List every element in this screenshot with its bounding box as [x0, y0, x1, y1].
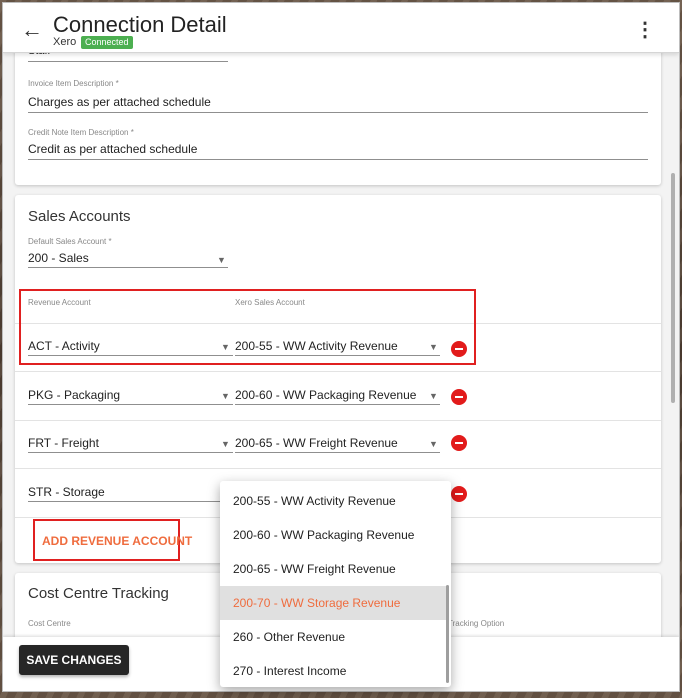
chevron-down-icon[interactable]: ▼	[221, 391, 230, 401]
cost-centre-tracking-title: Cost Centre Tracking	[28, 585, 169, 602]
xero-sales-account-select[interactable]: 200-60 - WW Packaging Revenue	[235, 388, 416, 402]
dropdown-option[interactable]: 270 - Interest Income	[220, 654, 448, 688]
revenue-underline	[28, 404, 233, 405]
status-badge: Connected	[81, 36, 133, 49]
cost-centre-label: Cost Centre	[28, 619, 71, 628]
dropdown-option[interactable]: 200-65 - WW Freight Revenue	[220, 552, 448, 586]
add-revenue-account-button[interactable]: ADD REVENUE ACCOUNT	[42, 534, 192, 548]
description-card: Staff Invoice Item Description * Charges…	[15, 39, 661, 185]
invoice-item-description-input[interactable]: Charges as per attached schedule	[28, 95, 211, 109]
credit-note-underline	[28, 159, 648, 160]
revenue-account-select[interactable]: PKG - Packaging	[28, 388, 120, 402]
invoice-item-underline	[28, 112, 648, 113]
sales-accounts-title: Sales Accounts	[28, 208, 131, 225]
page-scrollbar[interactable]	[671, 173, 675, 403]
remove-row-icon[interactable]	[451, 389, 467, 405]
xero-account-dropdown-menu: 200-55 - WW Activity Revenue 200-60 - WW…	[220, 481, 451, 687]
xero-underline	[235, 404, 440, 405]
default-sales-underline	[28, 267, 228, 268]
credit-note-description-input[interactable]: Credit as per attached schedule	[28, 142, 197, 156]
revenue-account-select[interactable]: FRT - Freight	[28, 436, 99, 450]
chevron-down-icon[interactable]: ▼	[429, 439, 438, 449]
revenue-account-select[interactable]: STR - Storage	[28, 485, 105, 499]
dropdown-option[interactable]: 200-60 - WW Packaging Revenue	[220, 518, 448, 552]
revenue-underline	[28, 501, 233, 502]
chevron-down-icon[interactable]: ▼	[221, 439, 230, 449]
back-arrow-icon[interactable]: ←	[21, 17, 43, 43]
remove-row-icon[interactable]	[451, 486, 467, 502]
dropdown-scrollbar[interactable]	[446, 585, 449, 683]
dropdown-option[interactable]: 260 - Other Revenue	[220, 620, 448, 654]
partial-field-underline	[28, 61, 228, 62]
app-header: ← Connection Detail Xero Connected ⋮	[3, 3, 679, 53]
highlight-box	[19, 289, 476, 365]
row-divider	[15, 371, 661, 372]
page-subtitle: Xero	[53, 36, 77, 48]
dropdown-option[interactable]: 200-55 - WW Activity Revenue	[220, 484, 448, 518]
credit-note-description-label: Credit Note Item Description *	[28, 128, 134, 137]
invoice-item-description-label: Invoice Item Description *	[28, 79, 119, 88]
chevron-down-icon[interactable]: ▼	[429, 391, 438, 401]
default-sales-account-select[interactable]: 200 - Sales	[28, 251, 89, 265]
xero-sales-account-select[interactable]: 200-65 - WW Freight Revenue	[235, 436, 398, 450]
page-title: Connection Detail	[53, 12, 227, 37]
row-divider	[15, 420, 661, 421]
save-changes-button[interactable]: SAVE CHANGES	[19, 645, 129, 675]
revenue-underline	[28, 452, 233, 453]
default-sales-account-label: Default Sales Account *	[28, 237, 112, 246]
chevron-down-icon[interactable]: ▼	[217, 255, 226, 265]
dropdown-option-selected[interactable]: 200-70 - WW Storage Revenue	[220, 586, 448, 620]
tracking-option-label: Tracking Option	[448, 619, 505, 628]
more-options-icon[interactable]: ⋮	[635, 17, 655, 42]
row-divider	[15, 468, 661, 469]
remove-row-icon[interactable]	[451, 435, 467, 451]
xero-underline	[235, 452, 440, 453]
